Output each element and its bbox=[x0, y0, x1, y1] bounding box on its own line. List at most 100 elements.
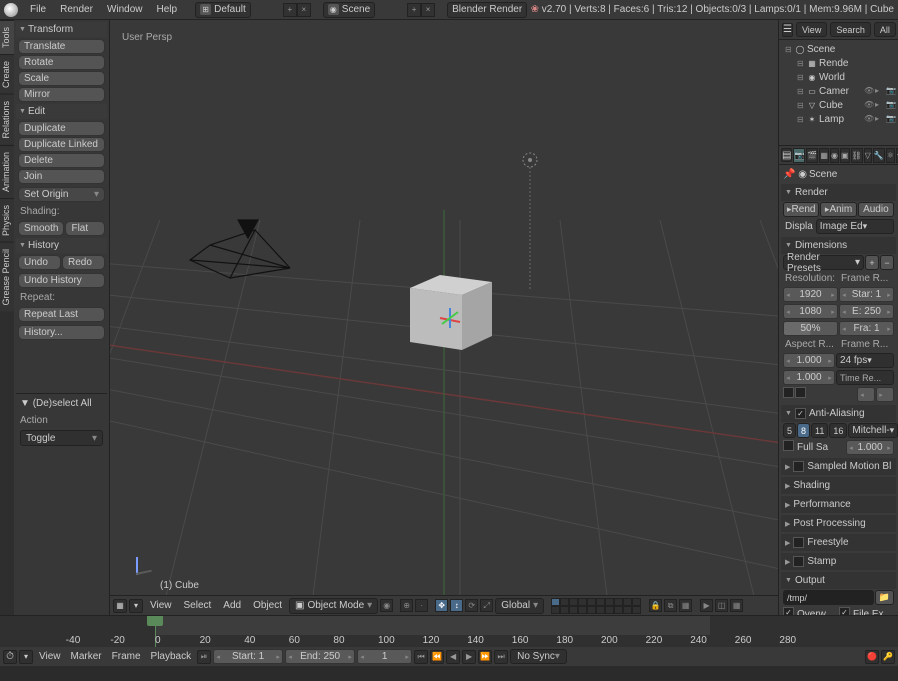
menu-file[interactable]: File bbox=[24, 2, 52, 17]
tl-playback-menu[interactable]: Playback bbox=[147, 649, 196, 664]
aspect-y[interactable]: ◂1.000▸ bbox=[783, 370, 835, 385]
tool-tab-create[interactable]: Create bbox=[0, 54, 14, 94]
props-editor-icon[interactable]: ▤ bbox=[781, 148, 792, 162]
repeat-last-button[interactable]: Repeat Last bbox=[18, 307, 105, 322]
layer-0[interactable] bbox=[551, 598, 560, 606]
props-tab-4[interactable]: ▣ bbox=[840, 148, 850, 163]
start-frame[interactable]: ◂Start: 1▸ bbox=[213, 649, 283, 664]
autokey-icon[interactable]: 🔴 bbox=[865, 650, 879, 664]
snap-icon[interactable]: ⧉ bbox=[664, 599, 677, 612]
props-tab-3[interactable]: ◉ bbox=[830, 148, 839, 163]
panel-stamp[interactable]: Stamp bbox=[781, 553, 896, 570]
layout-del[interactable]: × bbox=[297, 3, 311, 17]
translate-button[interactable]: Translate bbox=[18, 39, 105, 54]
tree-world[interactable]: ⊟◉World bbox=[781, 70, 896, 84]
scale-button[interactable]: Scale bbox=[18, 71, 105, 86]
props-tab-8[interactable]: ⚛ bbox=[886, 148, 895, 163]
layer-4[interactable] bbox=[587, 598, 596, 606]
tree-toggle-icon[interactable]: ⊟ bbox=[797, 115, 805, 124]
layer-5[interactable] bbox=[596, 598, 605, 606]
tree-toggle-icon[interactable]: ⊟ bbox=[797, 73, 805, 82]
tool-tab-tools[interactable]: Tools bbox=[0, 20, 14, 54]
redo-button[interactable]: Redo bbox=[62, 255, 105, 270]
output-path[interactable]: /tmp/ bbox=[783, 590, 874, 605]
tl-view-menu[interactable]: View bbox=[35, 649, 65, 664]
tree-scene[interactable]: ⊟◯Scene bbox=[781, 42, 896, 56]
frame-step[interactable]: ◂Fra: 1▸ bbox=[839, 321, 894, 336]
lock-camera-icon[interactable]: 🔒 bbox=[649, 599, 662, 612]
tree-camer[interactable]: ⊟▭Camer👁▸📷 bbox=[781, 84, 896, 98]
vp-view-menu[interactable]: View bbox=[145, 598, 177, 613]
layer-18[interactable] bbox=[623, 606, 632, 614]
props-tab-2[interactable]: ▦ bbox=[819, 148, 829, 163]
frame-end[interactable]: ◂E: 250▸ bbox=[839, 304, 894, 319]
keyframe-next-icon[interactable]: ⏩ bbox=[478, 650, 492, 664]
frame-start[interactable]: ◂Star: 1▸ bbox=[839, 287, 894, 302]
smooth-button[interactable]: Smooth bbox=[18, 221, 64, 236]
layer-7[interactable] bbox=[614, 598, 623, 606]
panel-performance[interactable]: Performance bbox=[781, 496, 896, 513]
selectable-icon[interactable]: ▸ bbox=[875, 86, 885, 96]
delete-button[interactable]: Delete bbox=[18, 153, 105, 168]
layer-6[interactable] bbox=[605, 598, 614, 606]
render-border-icon[interactable]: ◫ bbox=[715, 599, 728, 612]
play-icon[interactable]: ▶ bbox=[462, 650, 476, 664]
time-remap[interactable]: Time Re... bbox=[836, 370, 894, 385]
props-tab-1[interactable]: 🎬 bbox=[806, 148, 818, 163]
fileext-check[interactable] bbox=[839, 607, 850, 615]
layer-19[interactable] bbox=[632, 606, 641, 614]
action-selector[interactable]: Toggle▾ bbox=[20, 430, 103, 446]
manip-rotate-icon[interactable]: ⟳ bbox=[465, 599, 478, 612]
jump-end-icon[interactable]: ⏭ bbox=[494, 650, 508, 664]
viewport-3d[interactable]: User Persp bbox=[110, 20, 778, 615]
timeline-track[interactable]: -40-200204060801001201401601802002202402… bbox=[0, 616, 898, 647]
tl-frame-menu[interactable]: Frame bbox=[108, 649, 145, 664]
aa-8[interactable]: 8 bbox=[797, 423, 810, 438]
render-preview-icon[interactable]: ▶ bbox=[700, 599, 713, 612]
pivot-icon[interactable]: ⊕ bbox=[400, 599, 413, 612]
panel-shading[interactable]: Shading bbox=[781, 477, 896, 494]
layer-15[interactable] bbox=[596, 606, 605, 614]
keyframe-prev-icon[interactable]: ⏪ bbox=[430, 650, 444, 664]
renderable-icon[interactable]: 📷 bbox=[886, 100, 896, 110]
layer-2[interactable] bbox=[569, 598, 578, 606]
selectable-icon[interactable]: ▸ bbox=[875, 100, 885, 110]
rotate-button[interactable]: Rotate bbox=[18, 55, 105, 70]
overwrite-check[interactable] bbox=[783, 607, 794, 615]
aa-16[interactable]: 16 bbox=[829, 423, 847, 438]
flat-button[interactable]: Flat bbox=[65, 221, 105, 236]
layout-selector[interactable]: ⊞Default bbox=[195, 2, 251, 18]
vp-select-menu[interactable]: Select bbox=[179, 598, 217, 613]
menu-help[interactable]: Help bbox=[151, 2, 184, 17]
history-button[interactable]: History... bbox=[18, 325, 105, 340]
panel-edit[interactable]: Edit bbox=[16, 104, 107, 119]
undo-history-button[interactable]: Undo History bbox=[18, 273, 105, 288]
render-button[interactable]: ▸Rend bbox=[783, 202, 819, 217]
layout-add[interactable]: + bbox=[283, 3, 297, 17]
tree-toggle-icon[interactable]: ⊟ bbox=[797, 101, 805, 110]
keyset-icon[interactable]: 🔑 bbox=[881, 650, 895, 664]
outliner-all[interactable]: All bbox=[874, 22, 896, 37]
tool-tab-animation[interactable]: Animation bbox=[0, 145, 14, 198]
panel-check[interactable] bbox=[793, 556, 804, 567]
vp-object-menu[interactable]: Object bbox=[248, 598, 287, 613]
tool-tab-grease-pencil[interactable]: Grease Pencil bbox=[0, 242, 14, 312]
manip-translate-icon[interactable]: ↕ bbox=[450, 599, 463, 612]
menu-render[interactable]: Render bbox=[54, 2, 99, 17]
aspect-x[interactable]: ◂1.000▸ bbox=[783, 353, 835, 368]
panel-transform[interactable]: Transform bbox=[16, 22, 107, 37]
layer-17[interactable] bbox=[614, 606, 623, 614]
aa-11[interactable]: 11 bbox=[811, 423, 828, 438]
manip-toggle-icon[interactable]: ✥ bbox=[435, 599, 448, 612]
orientation-selector[interactable]: Global▾ bbox=[495, 598, 544, 614]
tool-tab-relations[interactable]: Relations bbox=[0, 94, 14, 145]
editor-type-icon[interactable]: ▦ bbox=[113, 599, 127, 613]
panel-aa[interactable]: Anti-Aliasing bbox=[781, 405, 896, 422]
layer-8[interactable] bbox=[623, 598, 632, 606]
panel-check[interactable] bbox=[793, 461, 804, 472]
layer-12[interactable] bbox=[569, 606, 578, 614]
scene-add[interactable]: + bbox=[407, 3, 421, 17]
outliner-editor-icon[interactable]: ☰ bbox=[782, 23, 793, 37]
tree-cube[interactable]: ⊟▽Cube👁▸📷 bbox=[781, 98, 896, 112]
new-remap[interactable]: ▸ bbox=[876, 387, 894, 402]
